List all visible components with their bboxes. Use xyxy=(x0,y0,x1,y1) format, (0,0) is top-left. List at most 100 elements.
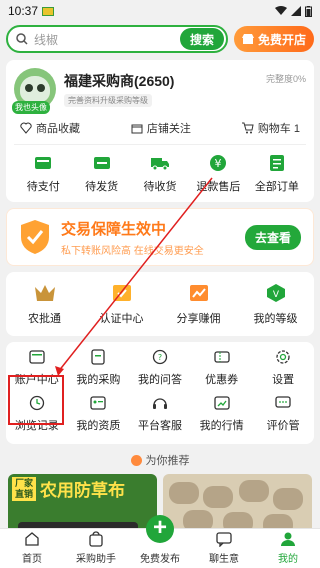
tab-home[interactable]: 首页 xyxy=(0,529,64,568)
banner-view-button[interactable]: 去查看 xyxy=(244,224,301,250)
product-image xyxy=(239,480,269,502)
profile-card: 我也头像 福建采购商(2650) 完善资料升级采购等级 完整度0% 商品收藏 店… xyxy=(6,60,314,202)
user-icon xyxy=(280,531,296,547)
order-status-row: 待支付 待发货 待收货 ¥ 退款售后 全部订单 xyxy=(14,145,306,202)
trend-icon xyxy=(213,394,231,412)
wifi-icon xyxy=(275,6,287,15)
product-badge: 厂家直销 xyxy=(12,476,36,501)
annotation-highlight-box xyxy=(8,375,64,425)
grid-review-manage-label: 评价管 xyxy=(266,420,300,432)
profile-subtitle[interactable]: 完善资料升级采购等级 xyxy=(64,94,152,107)
id-card-icon xyxy=(89,394,107,412)
recommend-label: 为你推荐 xyxy=(145,455,190,467)
avatar-tag: 我也头像 xyxy=(12,101,50,114)
truck-icon xyxy=(150,153,170,173)
account-card-icon xyxy=(28,348,46,366)
grid-my-qa[interactable]: ? 我的问答 xyxy=(129,348,191,388)
free-shop-label: 免费开店 xyxy=(257,32,306,47)
order-pending-payment[interactable]: 待支付 xyxy=(14,153,72,194)
quick-favorites-label: 商品收藏 xyxy=(36,123,80,135)
completion-label[interactable]: 完整度0% xyxy=(266,72,306,85)
service-share-earn[interactable]: 分享赚佣 xyxy=(160,282,237,326)
tab-purchase-assistant-label: 采购助手 xyxy=(76,554,116,565)
gear-icon xyxy=(274,348,292,366)
quick-follow-label: 店铺关注 xyxy=(146,123,191,135)
svg-text:?: ? xyxy=(158,353,162,362)
grid-my-market-label: 我的行情 xyxy=(199,420,244,432)
battery-icon xyxy=(305,5,312,17)
quick-links: 商品收藏 店铺关注 购物车 1 xyxy=(14,110,306,145)
order-pending-shipment[interactable]: 待发货 xyxy=(72,153,130,194)
grid-my-qa-label: 我的问答 xyxy=(137,374,182,386)
tab-mine[interactable]: 我的 xyxy=(256,529,320,568)
share-chart-icon xyxy=(186,282,212,304)
status-time: 10:37 xyxy=(8,4,39,18)
level-badge-icon: V xyxy=(263,282,289,304)
search-input[interactable]: 线椒 搜索 xyxy=(6,25,228,53)
grid-coupons[interactable]: 优惠券 xyxy=(191,348,253,388)
coupon-icon xyxy=(213,348,231,366)
grid-my-purchase[interactable]: 我的采购 xyxy=(68,348,130,388)
product-image xyxy=(273,488,303,510)
service-certification[interactable]: 认证中心 xyxy=(83,282,160,326)
services-card: 农批通 认证中心 分享赚佣 V 我的等级 xyxy=(6,272,314,336)
plus-icon: + xyxy=(146,515,174,543)
order-pending-payment-label: 待支付 xyxy=(26,181,60,193)
search-placeholder: 线椒 xyxy=(34,32,59,47)
avatar[interactable]: 我也头像 xyxy=(12,68,56,114)
signal-icon xyxy=(291,6,301,16)
profile-name[interactable]: 福建采购商(2650) xyxy=(64,71,174,91)
banner-subtitle: 私下转账风险高 在线交易更安全 xyxy=(61,245,204,257)
product-image xyxy=(169,482,199,504)
recommend-header: 为你推荐 xyxy=(0,452,320,468)
tab-publish[interactable]: + 免费发布 xyxy=(128,515,192,568)
grid-my-purchase-label: 我的采购 xyxy=(76,374,121,386)
grid-coupons-label: 优惠券 xyxy=(205,374,239,386)
home-icon xyxy=(24,531,40,547)
service-certification-label: 认证中心 xyxy=(99,313,144,325)
store-icon xyxy=(131,124,143,134)
grid-settings[interactable]: 设置 xyxy=(252,348,314,388)
purchase-doc-icon xyxy=(89,348,107,366)
trade-guarantee-banner[interactable]: 交易保障生效中 私下转账风险高 在线交易更安全 去查看 xyxy=(6,208,314,266)
quick-cart-label: 购物车 1 xyxy=(257,123,300,135)
wallet-icon xyxy=(33,153,53,173)
order-refund-label: 退款售后 xyxy=(196,181,241,193)
bottom-tab-bar: 首页 采购助手 + 免费发布 聊生意 我的 xyxy=(0,515,320,568)
cart-icon xyxy=(241,122,254,134)
certificate-icon xyxy=(109,282,135,304)
qa-icon: ? xyxy=(151,348,169,366)
tab-chat[interactable]: 聊生意 xyxy=(192,529,256,568)
grid-customer-service-label: 平台客服 xyxy=(137,420,182,432)
quick-cart[interactable]: 购物车 1 xyxy=(241,120,300,136)
grid-customer-service[interactable]: 平台客服 xyxy=(129,394,191,434)
comment-icon xyxy=(274,394,292,412)
headset-icon xyxy=(151,394,169,412)
order-pending-receipt-label: 待收货 xyxy=(143,181,177,193)
tab-home-label: 首页 xyxy=(22,554,42,565)
crown-icon xyxy=(32,282,58,304)
tab-publish-label: 免费发布 xyxy=(140,554,180,565)
order-all[interactable]: 全部订单 xyxy=(248,153,306,194)
chat-icon xyxy=(216,531,232,547)
service-my-level[interactable]: V 我的等级 xyxy=(237,282,314,326)
free-shop-button[interactable]: 免费开店 xyxy=(233,26,314,52)
quick-favorites[interactable]: 商品收藏 xyxy=(20,120,80,136)
order-refund[interactable]: ¥ 退款售后 xyxy=(189,153,247,194)
refund-icon: ¥ xyxy=(208,153,228,173)
notification-icon xyxy=(42,6,55,16)
service-nongpitong[interactable]: 农批通 xyxy=(6,282,83,326)
status-bar: 10:37 xyxy=(0,0,320,22)
grid-my-qualification-label: 我的资质 xyxy=(76,420,121,432)
order-pending-receipt[interactable]: 待收货 xyxy=(131,153,189,194)
search-button[interactable]: 搜索 xyxy=(179,28,224,50)
grid-settings-label: 设置 xyxy=(272,374,295,386)
grid-my-qualification[interactable]: 我的资质 xyxy=(68,394,130,434)
quick-follow[interactable]: 店铺关注 xyxy=(131,120,191,136)
shield-check-icon xyxy=(21,220,49,254)
order-all-label: 全部订单 xyxy=(254,181,299,193)
grid-review-manage[interactable]: 评价管 xyxy=(252,394,314,434)
grid-my-market[interactable]: 我的行情 xyxy=(191,394,253,434)
shop-icon xyxy=(241,33,254,44)
tab-purchase-assistant[interactable]: 采购助手 xyxy=(64,529,128,568)
